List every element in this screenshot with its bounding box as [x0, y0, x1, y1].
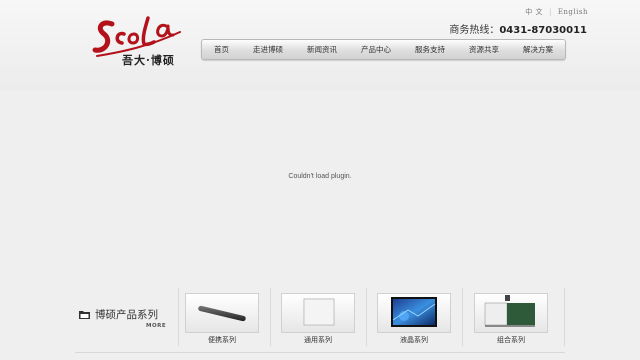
- nav-about[interactable]: 走进博硕: [250, 44, 286, 55]
- product-combo[interactable]: 组合系列: [474, 293, 548, 345]
- product-label: 液晶系列: [400, 336, 428, 344]
- products-title-text: 博硕产品系列: [95, 309, 158, 321]
- product-thumb: [185, 293, 259, 333]
- hotline-number: 0431-87030011: [499, 25, 587, 36]
- product-portable[interactable]: 便携系列: [185, 293, 259, 345]
- plugin-error-message: Couldn't load plugin.: [288, 173, 352, 180]
- lang-zh-link[interactable]: 中 文: [525, 8, 543, 16]
- product-thumb: [377, 293, 451, 333]
- logo-subtitle: 吾大·博硕: [122, 54, 175, 67]
- nav-resources[interactable]: 资源共享: [466, 44, 502, 55]
- footer-divider: [75, 352, 565, 353]
- product-lcd[interactable]: 液晶系列: [377, 293, 451, 345]
- nav-solutions[interactable]: 解决方案: [520, 44, 556, 55]
- products-section-title: 博硕产品系列: [79, 307, 158, 322]
- nav-home[interactable]: 首页: [211, 44, 232, 55]
- divider: [366, 288, 367, 346]
- hotline-label: 商务热线：: [449, 25, 500, 36]
- product-thumb: [281, 293, 355, 333]
- combo-board-icon: [484, 295, 535, 327]
- product-label: 组合系列: [497, 336, 525, 344]
- more-link[interactable]: MORE: [146, 323, 166, 329]
- language-switch: 中 文 | English: [525, 7, 588, 17]
- lang-separator: |: [548, 8, 552, 16]
- nav-support[interactable]: 服务支持: [412, 44, 448, 55]
- product-thumb: [474, 293, 548, 333]
- divider: [270, 288, 271, 346]
- divider: [564, 288, 565, 346]
- product-general[interactable]: 通用系列: [281, 293, 355, 345]
- hotline: 商务热线：0431-87030011: [449, 21, 587, 36]
- divider: [462, 288, 463, 346]
- portable-board-icon: [198, 305, 246, 322]
- whiteboard-icon: [303, 298, 335, 326]
- logo[interactable]: 吾大·博硕: [92, 12, 187, 70]
- product-label: 通用系列: [304, 336, 332, 344]
- nav-products[interactable]: 产品中心: [358, 44, 394, 55]
- product-label: 便携系列: [208, 336, 236, 344]
- nav-news[interactable]: 新闻资讯: [304, 44, 340, 55]
- divider: [178, 288, 179, 346]
- folder-icon: [79, 311, 90, 319]
- lcd-screen-icon: [391, 297, 437, 327]
- main-nav: 首页 走进博硕 新闻资讯 产品中心 服务支持 资源共享 解决方案: [201, 39, 566, 60]
- lang-en-link[interactable]: English: [558, 8, 588, 16]
